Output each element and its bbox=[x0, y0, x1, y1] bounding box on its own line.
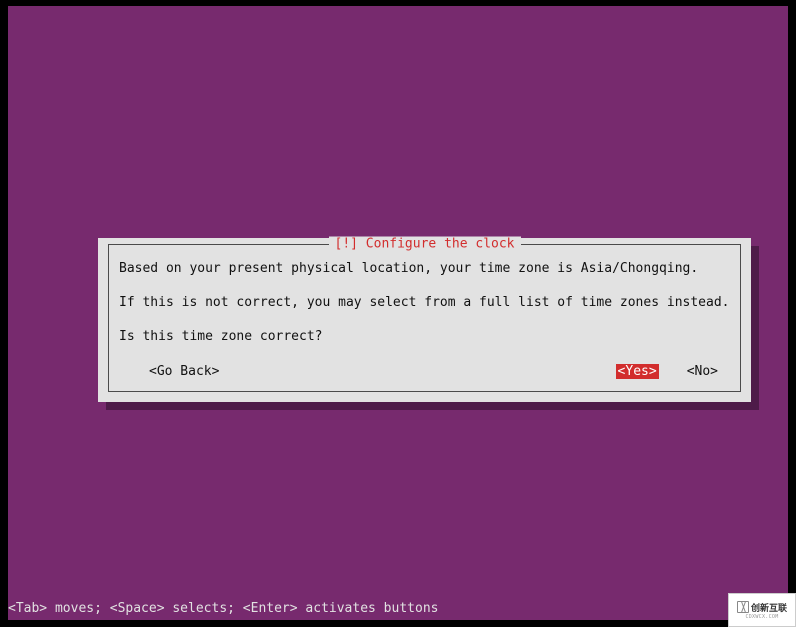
yes-button[interactable]: <Yes> bbox=[616, 364, 659, 379]
watermark-logo-icon bbox=[737, 601, 749, 613]
watermark-brand: 创新互联 bbox=[751, 601, 787, 614]
configure-clock-dialog: [!] Configure the clock Based on your pr… bbox=[98, 238, 751, 402]
dialog-title: [!] Configure the clock bbox=[328, 237, 520, 252]
watermark: 创新互联 CDXWCX.COM bbox=[728, 593, 796, 627]
dialog-line-3: Is this time zone correct? bbox=[119, 327, 730, 347]
dialog-button-row: <Go Back> <Yes> <No> bbox=[129, 364, 720, 379]
spacer bbox=[221, 364, 615, 379]
dialog-body: Based on your present physical location,… bbox=[109, 245, 740, 357]
installer-screen: [!] Configure the clock Based on your pr… bbox=[8, 6, 788, 620]
watermark-sub: CDXWCX.COM bbox=[745, 614, 778, 620]
dialog-line-2: If this is not correct, you may select f… bbox=[119, 293, 730, 313]
dialog-line-1: Based on your present physical location,… bbox=[119, 259, 730, 279]
dialog-frame: [!] Configure the clock Based on your pr… bbox=[108, 244, 741, 392]
no-button[interactable]: <No> bbox=[685, 364, 720, 379]
go-back-button[interactable]: <Go Back> bbox=[147, 364, 221, 379]
footer-hint: <Tab> moves; <Space> selects; <Enter> ac… bbox=[8, 601, 438, 616]
